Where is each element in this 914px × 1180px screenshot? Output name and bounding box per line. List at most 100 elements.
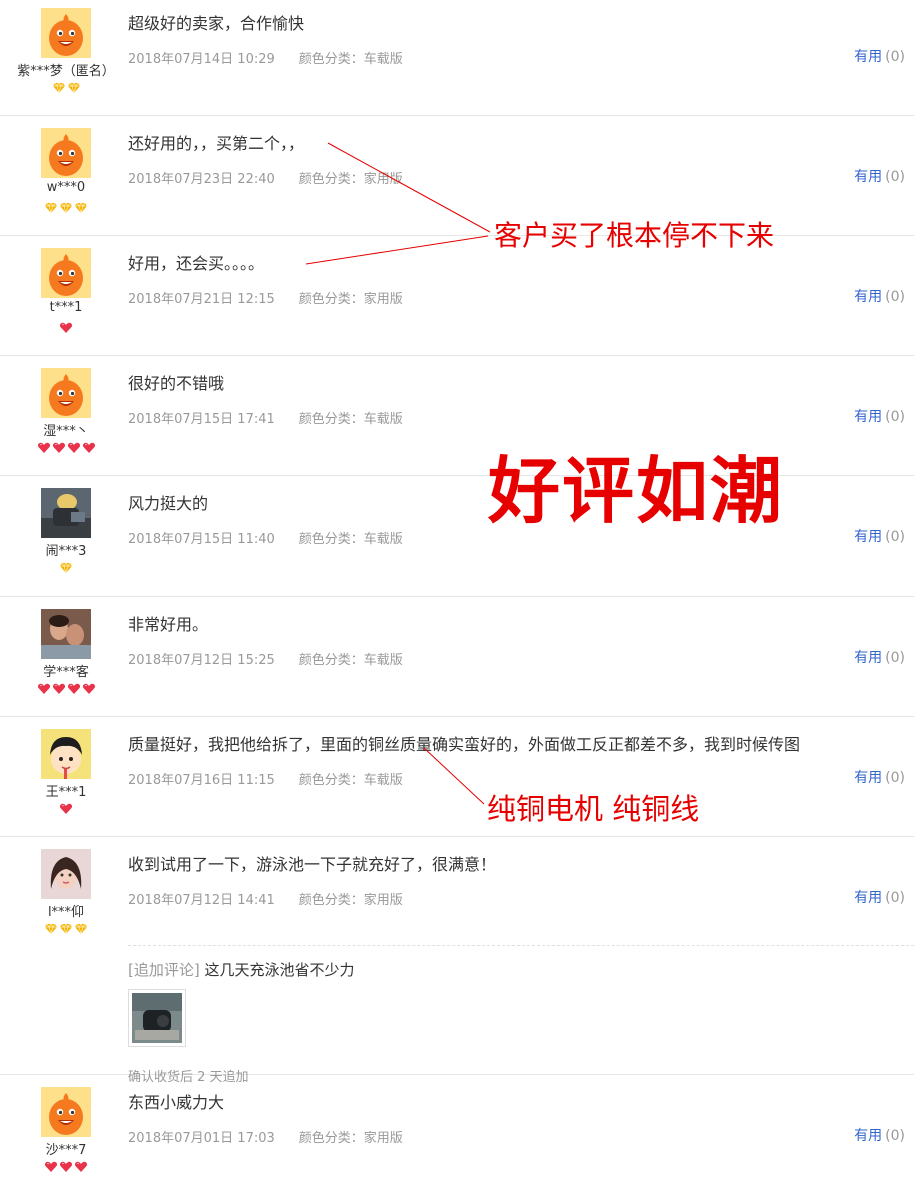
useful-count: (0) — [885, 650, 905, 666]
credit-badges — [0, 803, 132, 817]
review-sku: 颜色分类：车载版 — [298, 52, 403, 67]
useful-button[interactable]: 有用 (0) — [854, 1125, 905, 1145]
gold-diamond-icon — [52, 82, 65, 94]
reviewer-name: l***仰 — [47, 905, 85, 920]
review-content: 收到试用了一下，游泳池一下子就充好了，很满意！ — [128, 855, 497, 874]
review-item: 王***1 质量挺好，我把他给拆了，里面的铜丝质量确实蛮好的，外面做工反正都差不… — [0, 721, 914, 837]
review-content: 质量挺好，我把他给拆了，里面的铜丝质量确实蛮好的，外面做工反正都差不多，我到时候… — [128, 735, 801, 754]
review-date: 2018年07月23日 22:40 — [128, 172, 275, 187]
useful-count: (0) — [885, 49, 905, 65]
cartoon-avatar-icon[interactable] — [41, 729, 91, 779]
red-heart-icon — [52, 442, 65, 453]
append-tag: [追加评论] — [128, 961, 200, 979]
gold-diamond-icon — [60, 923, 72, 935]
useful-label: 有用 — [854, 409, 883, 425]
review-content: 好用，还会买。。。。 — [128, 254, 265, 273]
review-date: 2018年07月14日 10:29 — [128, 52, 275, 67]
red-heart-icon — [82, 442, 95, 453]
useful-label: 有用 — [854, 169, 883, 185]
useful-count: (0) — [885, 409, 905, 425]
useful-button[interactable]: 有用 (0) — [854, 647, 905, 667]
useful-label: 有用 — [854, 770, 883, 786]
gold-diamond-icon — [45, 202, 57, 214]
reviewer-name: w***0 — [46, 180, 86, 195]
red-heart-icon — [44, 1161, 58, 1172]
useful-button[interactable]: 有用 (0) — [854, 526, 905, 546]
photo-avatar-icon[interactable] — [41, 488, 91, 538]
review-meta: 2018年07月01日 17:03 颜色分类：家用版 — [128, 1127, 403, 1146]
taobao-mascot-icon[interactable] — [41, 368, 91, 418]
red-heart-icon — [74, 1161, 88, 1172]
review-date: 2018年07月21日 12:15 — [128, 292, 275, 307]
useful-count: (0) — [885, 529, 905, 545]
red-heart-icon — [67, 683, 80, 694]
credit-badges — [0, 442, 132, 456]
credit-badges — [0, 322, 132, 336]
review-item: w***0 还好用的，，买第二个，， 2018年07月23日 22:40 颜色分类… — [0, 120, 914, 236]
credit-badges — [0, 82, 132, 96]
review-meta: 2018年07月23日 22:40 颜色分类：家用版 — [128, 168, 403, 187]
review-item: 紫***梦（匿名） 超级好的卖家，合作愉快 2018年07月14日 10:29 颜… — [0, 0, 914, 116]
credit-badges — [0, 923, 132, 937]
review-date: 2018年07月15日 11:40 — [128, 532, 275, 547]
gold-diamond-icon — [60, 202, 72, 214]
review-content: 超级好的卖家，合作愉快 — [128, 14, 305, 33]
reviewer-name: 学***客 — [43, 665, 89, 680]
taobao-mascot-icon[interactable] — [41, 8, 91, 58]
red-heart-icon — [37, 442, 50, 453]
review-meta: 2018年07月15日 17:41 颜色分类：车载版 — [128, 408, 403, 427]
useful-label: 有用 — [854, 890, 883, 906]
red-heart-icon — [59, 1161, 73, 1172]
useful-count: (0) — [885, 890, 905, 906]
useful-button[interactable]: 有用 (0) — [854, 406, 905, 426]
product-photo-icon[interactable] — [128, 989, 186, 1047]
red-heart-icon — [59, 803, 73, 814]
useful-label: 有用 — [854, 49, 883, 65]
useful-count: (0) — [885, 770, 905, 786]
review-sku: 颜色分类：家用版 — [298, 893, 403, 908]
credit-badges — [0, 683, 132, 697]
review-meta: 2018年07月21日 12:15 颜色分类：家用版 — [128, 288, 403, 307]
review-meta: 2018年07月16日 11:15 颜色分类：车载版 — [128, 769, 403, 788]
gold-diamond-icon — [75, 202, 87, 214]
taobao-mascot-icon[interactable] — [41, 248, 91, 298]
review-sku: 颜色分类：家用版 — [298, 292, 403, 307]
review-sku: 颜色分类：车载版 — [298, 653, 403, 668]
useful-button[interactable]: 有用 (0) — [854, 286, 905, 306]
useful-button[interactable]: 有用 (0) — [854, 166, 905, 186]
append-divider — [128, 945, 914, 946]
reviewer-name: 紫***梦（匿名） — [17, 64, 115, 79]
credit-badges — [0, 202, 132, 216]
red-heart-icon — [82, 683, 95, 694]
useful-count: (0) — [885, 169, 905, 185]
reviewer-name: 王***1 — [45, 785, 87, 800]
gold-diamond-icon — [60, 562, 72, 574]
review-item: 闹***3 风力挺大的 2018年07月15日 11:40 颜色分类：车载版 有用… — [0, 480, 914, 597]
gold-diamond-icon — [75, 923, 87, 935]
credit-badges — [0, 562, 132, 576]
useful-button[interactable]: 有用 (0) — [854, 887, 905, 907]
review-sku: 颜色分类：车载版 — [298, 773, 403, 788]
appended-review: [追加评论] 这几天充泳池省不少力 — [128, 959, 355, 980]
credit-badges — [0, 1161, 132, 1175]
review-sku: 颜色分类：家用版 — [298, 1131, 403, 1146]
photo-avatar-icon[interactable] — [41, 609, 91, 659]
useful-count: (0) — [885, 289, 905, 305]
review-content: 风力挺大的 — [128, 494, 209, 513]
review-sku: 颜色分类：家用版 — [298, 172, 403, 187]
useful-button[interactable]: 有用 (0) — [854, 46, 905, 66]
useful-label: 有用 — [854, 289, 883, 305]
photo-avatar-icon[interactable] — [41, 849, 91, 899]
review-content: 很好的不错哦 — [128, 374, 225, 393]
taobao-mascot-icon[interactable] — [41, 1087, 91, 1137]
taobao-mascot-icon[interactable] — [41, 128, 91, 178]
red-heart-icon — [52, 683, 65, 694]
reviewer-name: 沙***7 — [45, 1143, 87, 1158]
red-heart-icon — [67, 442, 80, 453]
review-item: t***1 好用，还会买。。。。 2018年07月21日 12:15 颜色分类：家… — [0, 240, 914, 356]
reviewer-name: 湿***丶 — [43, 424, 89, 439]
review-sku: 颜色分类：车载版 — [298, 532, 403, 547]
useful-button[interactable]: 有用 (0) — [854, 767, 905, 787]
useful-label: 有用 — [854, 650, 883, 666]
review-content: 还好用的，，买第二个，， — [128, 134, 305, 153]
